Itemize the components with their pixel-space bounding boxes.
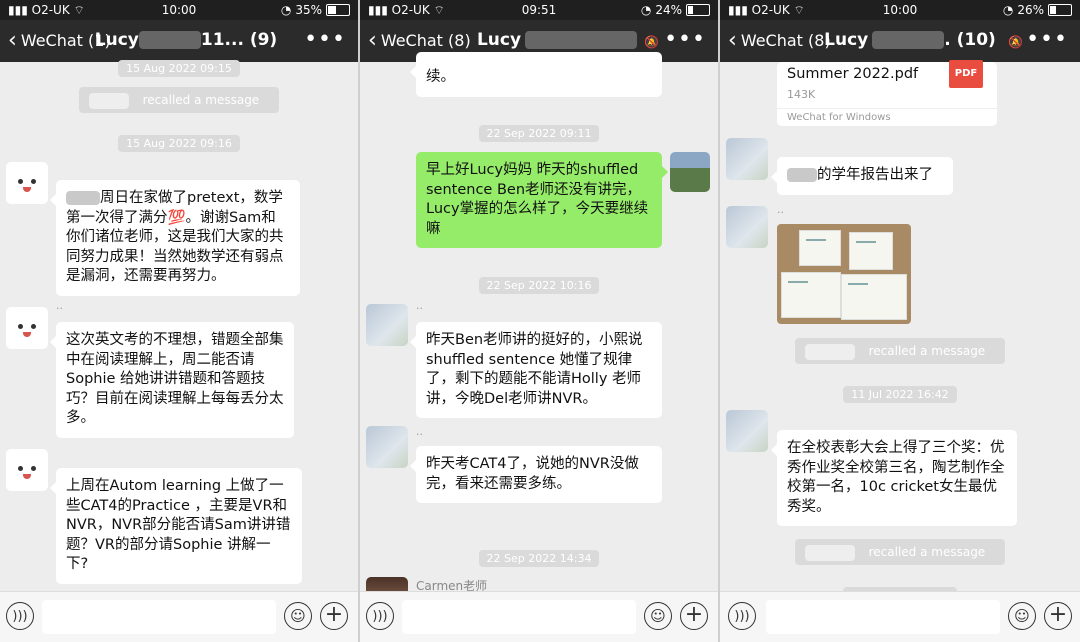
voice-icon[interactable]: )))	[366, 602, 394, 630]
avatar[interactable]	[6, 162, 48, 204]
recalled-notice: recalled a message	[720, 338, 1080, 364]
avatar[interactable]	[366, 304, 408, 346]
message-bubble[interactable]: 这次英文考的不理想，错题全部集中在阅读理解上，周二能否请Sophie 给她讲讲错…	[50, 322, 294, 438]
rotation-lock-icon: ◔	[1002, 3, 1014, 17]
timestamp: 22 Sep 2022 14:34	[360, 547, 718, 567]
timestamp: 15 Aug 2022 09:16	[0, 132, 358, 152]
title-count: . (10)	[944, 30, 996, 50]
timestamp: 22 Sep 2022 10:16	[360, 274, 718, 294]
message-bubble[interactable]: 早上好Lucy妈妈 昨天的shuffled sentence Ben老师还没有讲…	[416, 152, 668, 248]
image-message[interactable]	[777, 224, 911, 324]
battery-icon	[1048, 4, 1072, 16]
mute-icon: 🔕	[644, 35, 659, 49]
certificate-image	[849, 232, 893, 270]
avatar[interactable]	[366, 426, 408, 468]
battery-icon	[326, 4, 350, 16]
voice-icon[interactable]: )))	[728, 602, 756, 630]
message-bubble[interactable]: 周日在家做了pretext，数学第一次得了满分💯。谢谢Sam和你们诸位老师，这是…	[50, 180, 300, 296]
sender-name: ··	[416, 428, 423, 441]
message-bubble[interactable]: 续。	[410, 52, 662, 97]
timestamp: 15 Aug 2022 09:15	[0, 57, 358, 77]
message-bubble[interactable]: 上周在Autom learning 上做了一些CAT4的Practice ，主要…	[50, 468, 302, 584]
file-name: Summer 2022.pdf	[787, 66, 919, 82]
redacted-name	[138, 31, 201, 49]
battery-percent: 26%	[1017, 3, 1044, 17]
file-divider	[777, 108, 997, 109]
sender-name: ··	[56, 302, 63, 315]
avatar[interactable]	[670, 152, 710, 192]
recalled-notice: recalled a message	[0, 87, 358, 113]
message-bubble[interactable]: 昨天考CAT4了，说她的NVR没做完，看来还需要多练。	[410, 446, 662, 503]
title-name: Lucy	[476, 30, 522, 50]
nav-bar: ‹ WeChat (8) Lucy. (10) 🔕 •••	[720, 20, 1080, 62]
pdf-icon: PDF	[949, 60, 983, 88]
recalled-notice: recalled a message	[720, 539, 1080, 565]
avatar[interactable]	[6, 307, 48, 349]
input-bar: ))) ☺ +	[0, 591, 358, 642]
battery-percent: 24%	[655, 3, 682, 17]
avatar[interactable]	[726, 410, 768, 452]
message-input[interactable]	[402, 600, 636, 634]
certificate-image	[841, 274, 907, 320]
emoji-icon[interactable]: ☺	[1008, 602, 1036, 630]
more-options-icon[interactable]: •••	[1026, 27, 1068, 52]
timestamp: 11 Jul 2022 16:42	[720, 383, 1080, 403]
message-bubble[interactable]: 的学年报告出来了	[771, 157, 953, 195]
chat-panel-2: ▮▮▮ O2-UK ⌔ 09:51 ◔ 24% ‹ WeChat (8) Lucy …	[360, 0, 718, 642]
file-source: WeChat for Windows	[787, 112, 891, 123]
avatar[interactable]	[726, 206, 768, 248]
file-message[interactable]: Summer 2022.pdf 143K PDF WeChat for Wind…	[777, 60, 997, 126]
file-size: 143K	[787, 88, 816, 101]
battery-icon	[686, 4, 710, 16]
message-input[interactable]	[42, 600, 276, 634]
rotation-lock-icon: ◔	[640, 3, 652, 17]
avatar[interactable]	[6, 449, 48, 491]
nav-bar: ‹ WeChat (1) Lucy 11... (9) •••	[0, 20, 358, 62]
message-input[interactable]	[766, 600, 1000, 634]
sender-name: ··	[416, 302, 423, 315]
timestamp: 22 Sep 2022 09:11	[360, 122, 718, 142]
redacted-name	[872, 31, 945, 49]
redacted-name	[525, 31, 638, 49]
status-bar: ▮▮▮ O2-UK ⌔ 09:51 ◔ 24%	[360, 0, 718, 20]
plus-icon[interactable]: +	[680, 602, 708, 630]
title-name: Lucy	[824, 30, 869, 50]
rotation-lock-icon: ◔	[280, 3, 292, 17]
status-bar: ▮▮▮ O2-UK ⌔ 10:00 ◔ 26%	[720, 0, 1080, 20]
message-bubble[interactable]: 在全校表彰大会上得了三个奖：优秀作业奖全校第三名，陶艺制作全校第一名，10c c…	[771, 430, 1017, 526]
title-name: Lucy	[94, 30, 139, 50]
chat-panel-3: ▮▮▮ O2-UK ⌔ 10:00 ◔ 26% ‹ WeChat (8) Lucy.…	[720, 0, 1080, 642]
sender-name: ··	[777, 206, 784, 219]
certificate-image	[799, 230, 841, 266]
plus-icon[interactable]: +	[1044, 602, 1072, 630]
emoji-icon[interactable]: ☺	[284, 602, 312, 630]
avatar[interactable]	[726, 138, 768, 180]
plus-icon[interactable]: +	[320, 602, 348, 630]
more-options-icon[interactable]: •••	[304, 27, 346, 52]
more-options-icon[interactable]: •••	[664, 27, 706, 52]
status-bar: ▮▮▮ O2-UK ⌔ 10:00 ◔ 35%	[0, 0, 358, 20]
certificate-image	[781, 272, 841, 318]
message-bubble[interactable]: 昨天Ben老师讲的挺好的，小熙说shuffled sentence 她懂了规律了…	[410, 322, 662, 418]
mute-icon: 🔕	[1008, 35, 1023, 49]
input-bar: ))) ☺ +	[720, 591, 1080, 642]
battery-percent: 35%	[295, 3, 322, 17]
input-bar: ))) ☺ +	[360, 591, 718, 642]
chat-panel-1: ▮▮▮ O2-UK ⌔ 10:00 ◔ 35% ‹ WeChat (1) Lucy 1…	[0, 0, 358, 642]
title-count: 11... (9)	[200, 30, 278, 50]
emoji-icon[interactable]: ☺	[644, 602, 672, 630]
voice-icon[interactable]: )))	[6, 602, 34, 630]
